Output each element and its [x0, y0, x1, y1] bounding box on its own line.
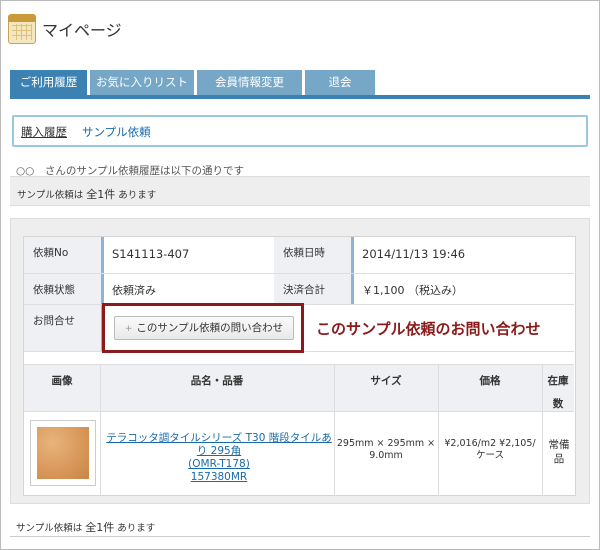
status-value: 依頼済み [104, 274, 274, 304]
size-line2: 9.0mm [369, 450, 403, 461]
product-table: 画像 品名・品番 サイズ 価格 在庫 数 テラコッタ調タイルシリーズ T30 階… [24, 364, 574, 496]
product-name-line1: テラコッタ調タイルシリーズ T30 階段タイルあり 295角 [106, 432, 332, 457]
price-line1: ¥2,016/m2 ¥2,105/ [444, 438, 536, 449]
total-value: ￥1,100 （税込み） [354, 274, 574, 304]
request-date-label: 依頼日時 [274, 237, 354, 273]
tab-member-info[interactable]: 会員情報変更 [197, 70, 302, 95]
highlight-box [102, 303, 304, 353]
product-price: ¥2,016/m2 ¥2,105/ ケース [438, 438, 542, 462]
subnav-purchase-history[interactable]: 購入履歴 [21, 124, 67, 140]
header-name: 品名・品番 [190, 375, 244, 387]
stock-line2: 品 [553, 453, 565, 465]
product-code: 157380MR [190, 471, 248, 483]
product-thumbnail[interactable] [30, 420, 96, 486]
tab-underline [10, 95, 590, 99]
sub-navigation: 購入履歴 サンプル依頼 [12, 115, 588, 147]
subnav-sample-request[interactable]: サンプル依頼 [82, 124, 151, 140]
page-header: マイページ [8, 12, 122, 46]
callout-text: このサンプル依頼のお問い合わせ [316, 320, 541, 338]
header-stock: 在庫 数 [542, 373, 574, 411]
product-link[interactable]: テラコッタ調タイルシリーズ T30 階段タイルあり 295角 (OMR-T178… [106, 432, 331, 483]
status-label: 依頼状態 [24, 274, 104, 304]
column-divider [542, 364, 543, 496]
page-title: マイページ [42, 21, 122, 40]
header-stock-line1: 在庫 [547, 375, 569, 387]
footer-count: サンプル依頼は 全1件 あります [16, 519, 155, 535]
inquiry-label: お問合せ [24, 305, 104, 351]
request-no-value: S141113-407 [104, 237, 274, 273]
header-size: サイズ [370, 375, 402, 387]
request-date-value: 2014/11/13 19:46 [354, 237, 574, 273]
product-stock: 常備 品 [544, 438, 574, 466]
product-name: テラコッタ調タイルシリーズ T30 階段タイルあり 295角 (OMR-T178… [102, 432, 336, 484]
header-price: 価格 [479, 375, 501, 387]
tab-bar: ご利用履歴 お気に入りリスト 会員情報変更 退会 [10, 70, 590, 95]
total-label: 決済合計 [274, 274, 354, 304]
tab-withdraw[interactable]: 退会 [305, 70, 375, 95]
footer-count-value: 全1件 [85, 521, 115, 534]
request-no-label: 依頼No [24, 237, 104, 273]
product-name-line2: (OMR-T178) [188, 458, 250, 470]
header-image: 画像 [51, 375, 73, 387]
product-size: 295mm × 295mm × 9.0mm [336, 438, 436, 462]
count-suffix: あります [118, 190, 157, 201]
size-line1: 295mm × 295mm × [336, 438, 436, 449]
column-divider [100, 364, 101, 496]
count-bar: サンプル依頼は 全1件 あります [10, 176, 590, 206]
count-prefix: サンプル依頼は [17, 190, 84, 201]
stock-line1: 常備 [548, 439, 570, 451]
footer-divider [10, 536, 590, 537]
order-row-2: 依頼状態 依頼済み 決済合計 ￥1,100 （税込み） [24, 274, 574, 304]
tab-favorites[interactable]: お気に入りリスト [90, 70, 194, 95]
header-stock-line2: 数 [552, 398, 564, 410]
tab-usage-history[interactable]: ご利用履歴 [10, 70, 87, 95]
footer-count-suffix: あります [117, 523, 156, 534]
count-value: 全1件 [86, 188, 116, 201]
price-line2: ケース [475, 450, 505, 461]
table-header: 画像 品名・品番 サイズ 価格 在庫 数 [24, 364, 574, 412]
tile-image [37, 427, 89, 479]
column-divider [438, 364, 439, 496]
order-row-1: 依頼No S141113-407 依頼日時 2014/11/13 19:46 [24, 237, 574, 273]
calendar-icon [8, 14, 36, 44]
footer-count-prefix: サンプル依頼は [16, 523, 83, 534]
